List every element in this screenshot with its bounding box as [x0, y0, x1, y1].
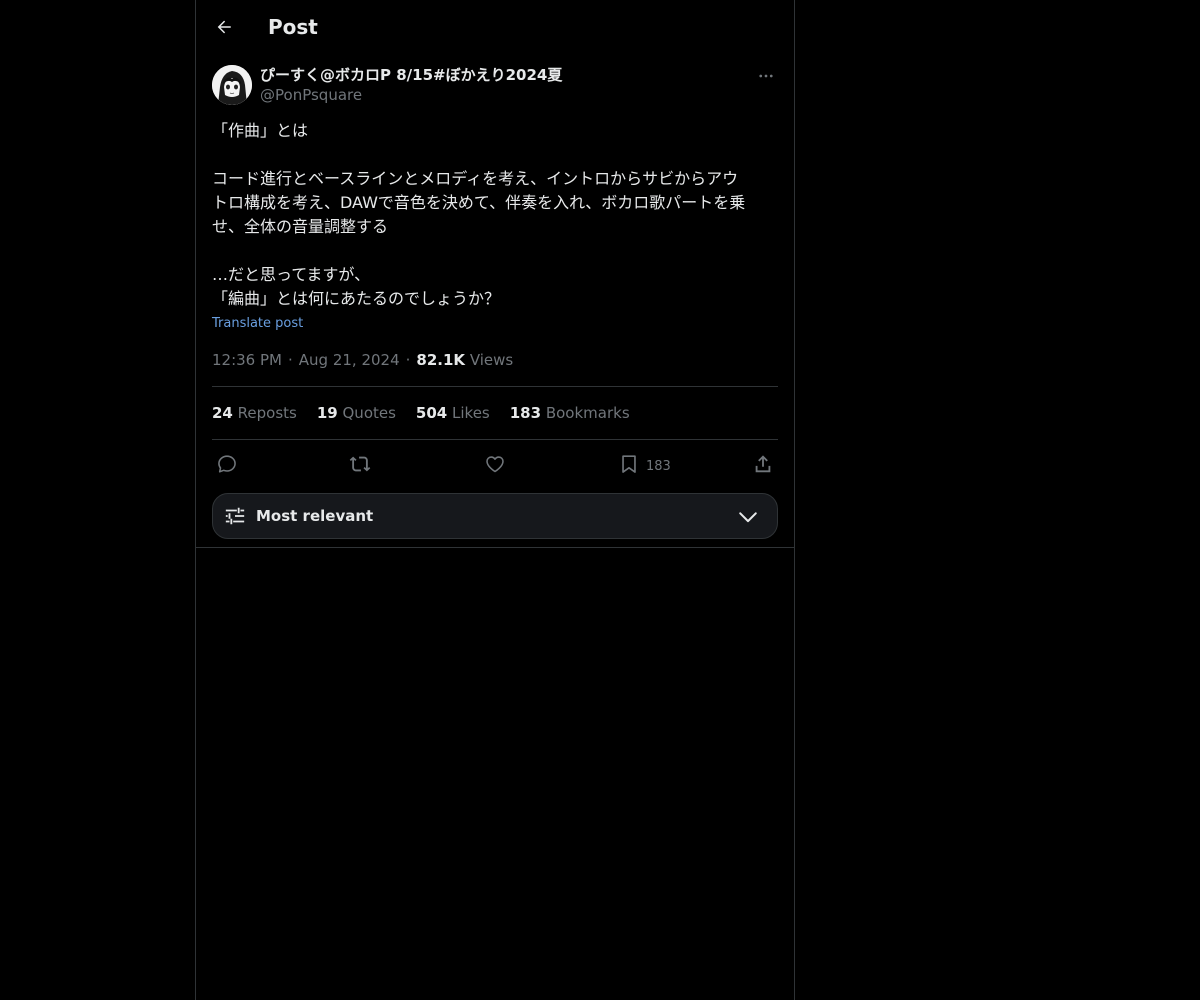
- repost-icon: [349, 456, 371, 472]
- post-text-line: [212, 143, 778, 167]
- more-options-button[interactable]: [754, 64, 778, 88]
- author-row: ぴーすく@ボカロP 8/15#ぼかえり2024夏 @PonPsquare: [212, 64, 778, 108]
- repost-button[interactable]: [349, 452, 371, 476]
- reposts-count: 24: [212, 404, 233, 422]
- bookmarks-stat[interactable]: 183 Bookmarks: [510, 404, 630, 422]
- post-actions: 183: [212, 440, 778, 488]
- likes-stat[interactable]: 504 Likes: [416, 404, 490, 422]
- author-handle[interactable]: @PonPsquare: [260, 85, 362, 105]
- quotes-stat[interactable]: 19 Quotes: [317, 404, 396, 422]
- more-horizontal-icon: [759, 74, 773, 78]
- sliders-icon: [225, 507, 245, 525]
- meta-separator: ·: [287, 351, 293, 369]
- post-text-line: せ、全体の音量調整する: [212, 217, 389, 236]
- post-date[interactable]: Aug 21, 2024: [299, 351, 400, 369]
- post-text-line: 「作曲」とは: [212, 121, 309, 140]
- post-text-line: 「編曲」とは何にあたるのでしょうか？: [212, 289, 501, 308]
- post-time[interactable]: 12:36 PM: [212, 351, 282, 369]
- bookmarks-label: Bookmarks: [545, 404, 630, 422]
- like-button[interactable]: [484, 452, 506, 476]
- avatar[interactable]: [212, 65, 252, 105]
- post: ぴーすく@ボカロP 8/15#ぼかえり2024夏 @PonPsquare 「作曲…: [212, 64, 778, 488]
- post-text-line: トロ構成を考え、DAWで音色を決めて、伴奏を入れ、ボカロ歌パートを乗: [212, 193, 746, 212]
- views-label: Views: [469, 351, 514, 369]
- sort-replies-dropdown[interactable]: Most relevant: [212, 493, 778, 539]
- chevron-down-icon: [739, 512, 757, 523]
- reposts-label: Reposts: [237, 404, 297, 422]
- bookmark-icon: [622, 455, 636, 473]
- quotes-label: Quotes: [342, 404, 396, 422]
- bookmark-count: 183: [646, 458, 671, 474]
- post-text: 「作曲」とは コード進行とベースラインとメロディを考え、イントロからサビからアウ…: [212, 119, 778, 311]
- post-text-line: …だと思ってますが、: [212, 265, 371, 284]
- reply-icon: [218, 455, 236, 473]
- avatar-illustration: [212, 65, 252, 105]
- share-icon: [755, 455, 771, 473]
- post-text-line: [212, 239, 778, 263]
- reply-button[interactable]: [216, 452, 238, 476]
- post-column: Post ぴーすく@ボカロP 8/15#ぼかえり2024夏 @PonPsquar…: [195, 0, 795, 1000]
- post-stats: 24 Reposts 19 Quotes 504 Likes 183 Bookm…: [212, 387, 778, 440]
- section-divider: [196, 547, 794, 548]
- page-header: Post: [196, 0, 794, 54]
- views-count: 82.1K: [416, 351, 466, 369]
- meta-separator: ·: [405, 351, 411, 369]
- sort-label: Most relevant: [256, 507, 374, 525]
- bookmark-button[interactable]: 183: [618, 452, 671, 476]
- reposts-stat[interactable]: 24 Reposts: [212, 404, 297, 422]
- post-meta: 12:36 PM · Aug 21, 2024 · 82.1K Views: [212, 350, 778, 387]
- quotes-count: 19: [316, 404, 338, 422]
- heart-icon: [486, 456, 504, 473]
- share-button[interactable]: [752, 452, 774, 476]
- post-text-line: コード進行とベースラインとメロディを考え、イントロからサビからアウ: [212, 169, 739, 188]
- page-title: Post: [268, 15, 318, 39]
- arrow-left-icon: [217, 20, 231, 34]
- bookmarks-count: 183: [509, 404, 542, 422]
- likes-label: Likes: [452, 404, 490, 422]
- likes-count: 504: [415, 404, 448, 422]
- translate-post-link[interactable]: Translate post: [212, 315, 778, 333]
- back-button[interactable]: [210, 13, 238, 41]
- author-name[interactable]: ぴーすく@ボカロP 8/15#ぼかえり2024夏: [260, 65, 562, 85]
